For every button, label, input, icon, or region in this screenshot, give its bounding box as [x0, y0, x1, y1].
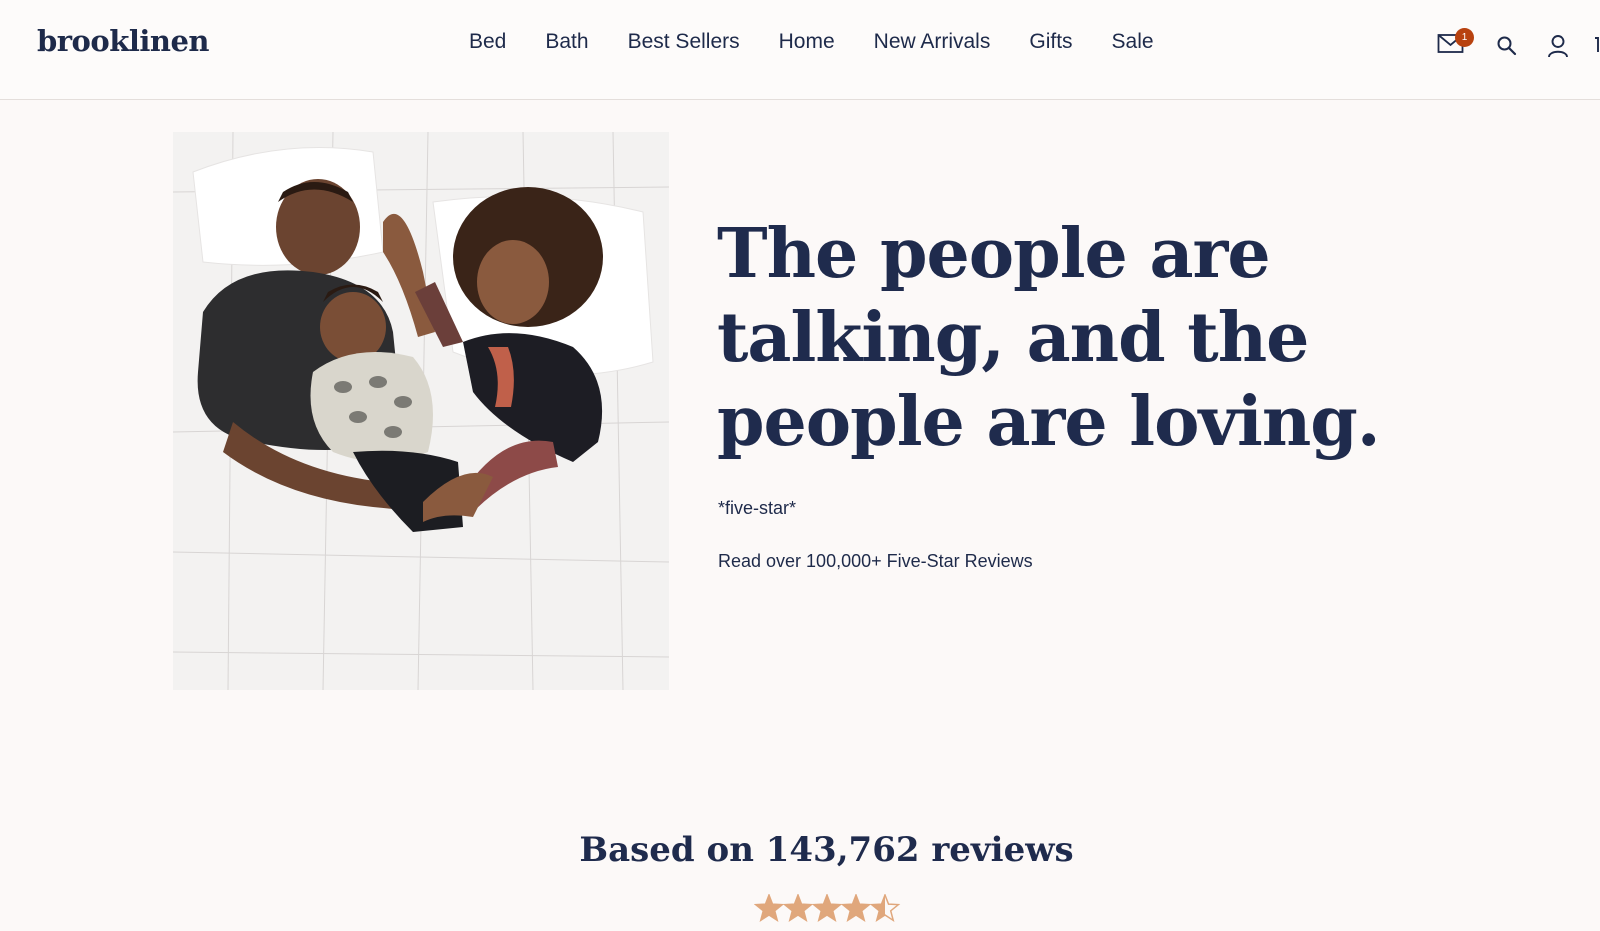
- brand-logo[interactable]: brooklinen: [37, 24, 210, 58]
- hero-headline: The people are talking, and the people a…: [717, 214, 1381, 462]
- star-icon: [811, 892, 843, 923]
- family-in-bed-photo: [173, 132, 669, 690]
- nav-item-sale[interactable]: Sale: [1112, 30, 1154, 54]
- header-icons: 1: [1434, 28, 1600, 66]
- star-icon: [840, 892, 872, 923]
- star-rating: [753, 892, 904, 926]
- search-icon[interactable]: [1496, 35, 1518, 62]
- hero-tagline: *five-star*: [718, 498, 797, 518]
- read-reviews-link[interactable]: Read over 100,000+ Five-Star Reviews: [718, 551, 1033, 572]
- reviews-count-title: Based on 143,762 reviews: [579, 830, 1074, 870]
- mail-icon[interactable]: 1: [1437, 28, 1474, 60]
- hero-image: [173, 132, 669, 690]
- nav-item-bath[interactable]: Bath: [545, 30, 588, 54]
- nav-item-new-arrivals[interactable]: New Arrivals: [874, 30, 991, 54]
- cart-icon[interactable]: [1594, 36, 1600, 61]
- star-icon: [782, 892, 814, 923]
- nav-item-bed[interactable]: Bed: [469, 30, 506, 54]
- mail-badge: 1: [1455, 28, 1474, 47]
- star-rating-graphic: [753, 892, 901, 923]
- account-icon[interactable]: [1547, 34, 1569, 63]
- nav-item-best-sellers[interactable]: Best Sellers: [628, 30, 740, 54]
- main-nav: Bed Bath Best Sellers Home New Arrivals …: [469, 30, 1154, 54]
- site-header: brooklinen Bed Bath Best Sellers Home Ne…: [0, 0, 1600, 100]
- nav-item-gifts[interactable]: Gifts: [1029, 30, 1072, 54]
- star-icon: [753, 892, 785, 923]
- nav-item-home[interactable]: Home: [779, 30, 835, 54]
